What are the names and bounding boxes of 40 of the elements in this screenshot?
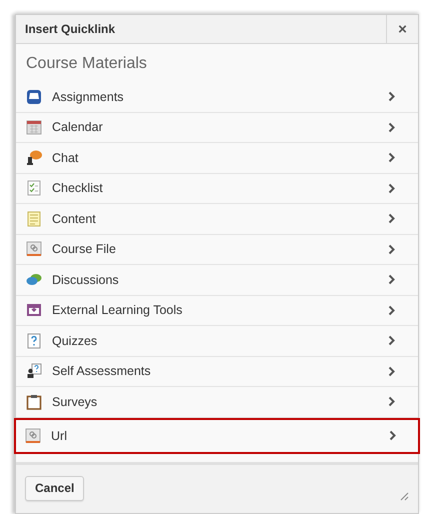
list-item[interactable]: External Learning Tools: [15, 296, 419, 325]
list-item[interactable]: Calendar: [15, 112, 419, 142]
question-icon: [26, 332, 42, 349]
list-item[interactable]: Quizzes: [15, 326, 419, 356]
tray-icon: [26, 88, 42, 105]
list-item[interactable]: Course File: [15, 234, 419, 264]
section-title: Course Materials: [25, 54, 148, 74]
list-item[interactable]: Checklist: [15, 174, 419, 203]
list-item[interactable]: Content: [15, 204, 419, 234]
speech-bubbles-icon: [26, 272, 42, 288]
checklist-icon: [26, 180, 42, 196]
chevron-right-icon: [389, 430, 396, 441]
speech-bubble-icon: [26, 150, 42, 166]
chevron-right-icon: [388, 152, 395, 164]
chevron-right-icon: [388, 335, 395, 346]
list-item[interactable]: Assignments: [15, 82, 419, 112]
download-box-icon: [26, 302, 42, 318]
chevron-right-icon: [388, 274, 395, 286]
resize-grip-icon[interactable]: [400, 492, 409, 500]
list-item[interactable]: Url: [14, 418, 420, 454]
chevron-right-icon: [388, 396, 395, 408]
dialog-title: Insert Quicklink: [24, 21, 116, 38]
person-question-icon: [26, 363, 42, 380]
chevron-right-icon: [388, 122, 395, 133]
clipboard-icon: [26, 394, 42, 410]
chevron-right-icon: [388, 304, 395, 316]
chevron-right-icon: [388, 244, 395, 255]
chevron-right-icon: [388, 366, 395, 377]
file-icon: [26, 241, 42, 258]
chevron-right-icon: [388, 182, 395, 194]
cancel-button[interactable]: Cancel: [25, 476, 84, 500]
chevron-right-icon: [388, 213, 395, 224]
list-item[interactable]: Chat: [15, 143, 419, 172]
list-item[interactable]: Self Assessments: [15, 356, 419, 386]
calendar-icon: [26, 119, 42, 136]
chevron-right-icon: [388, 91, 395, 102]
link-file-icon: [25, 428, 41, 444]
list-item[interactable]: Discussions: [15, 265, 419, 294]
list-item[interactable]: Surveys: [15, 387, 419, 416]
document-icon: [26, 210, 42, 227]
